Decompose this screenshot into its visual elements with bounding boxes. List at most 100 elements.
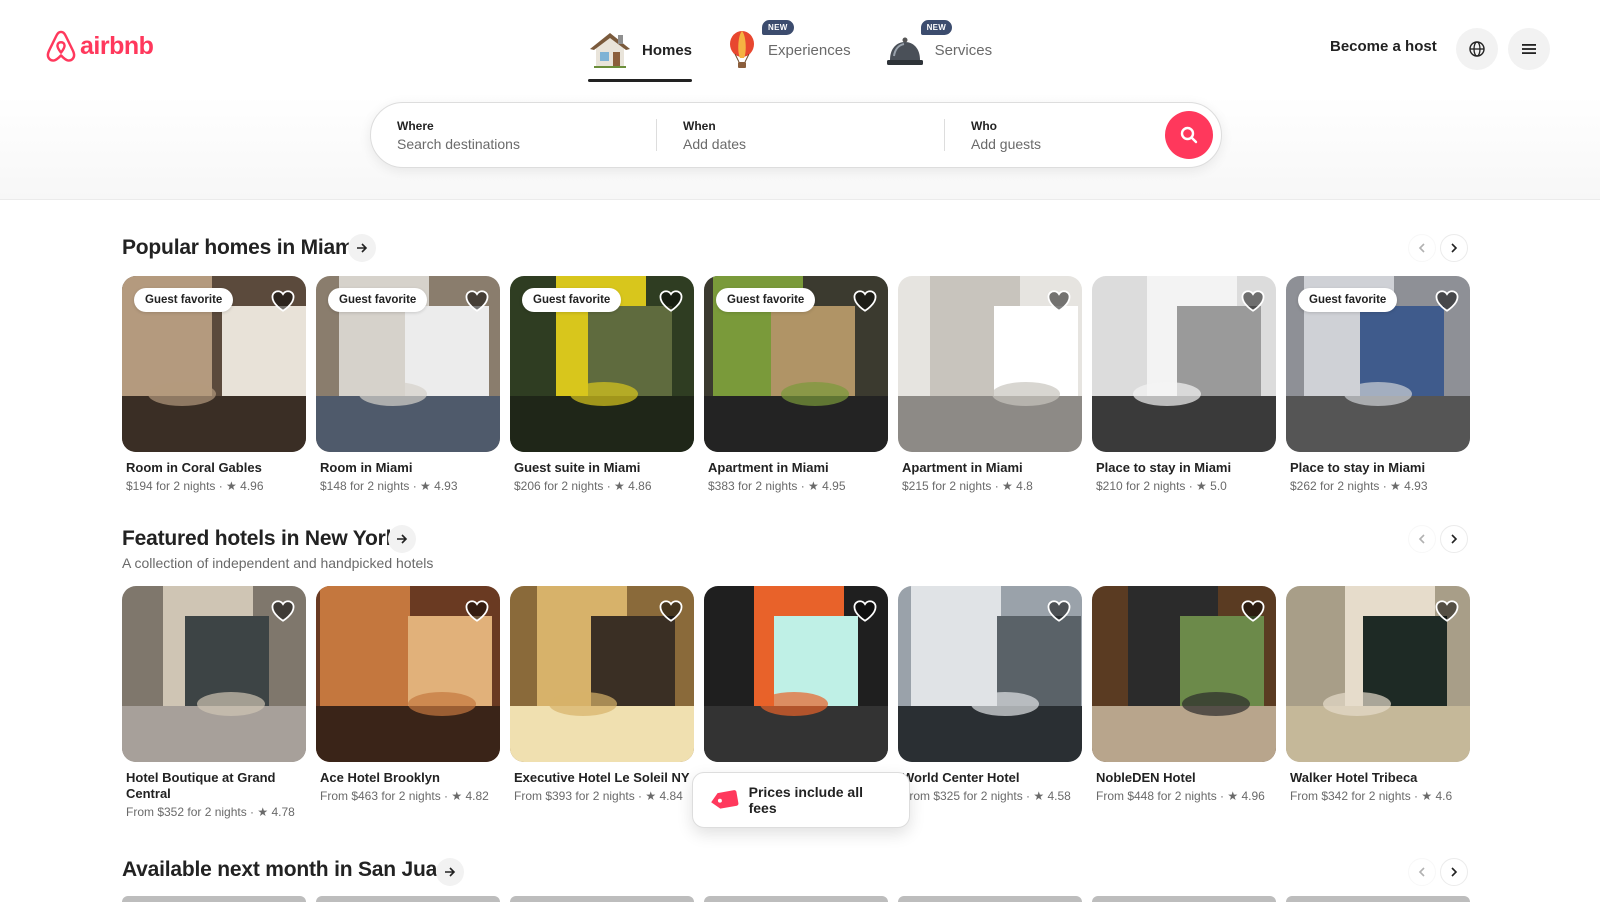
tab-experiences[interactable]: NEW Experiences xyxy=(726,20,851,78)
listing-card[interactable]: Guest favorite Room in Coral Gables $194 f… xyxy=(122,276,306,495)
listing-price-rating: From $463 for 2 nights · ★ 4.82 xyxy=(320,789,489,803)
previous-page-button[interactable] xyxy=(1408,234,1436,262)
search-icon xyxy=(1180,126,1198,144)
listing-title: Room in Coral Gables xyxy=(126,460,262,475)
where-field[interactable]: Where Search destinations xyxy=(371,103,656,167)
prices-include-fees-toast[interactable]: Prices include all fees xyxy=(692,772,910,828)
section-title[interactable]: Available next month in San Juan xyxy=(122,858,450,882)
heart-icon[interactable] xyxy=(1434,598,1460,624)
listing-image[interactable] xyxy=(898,276,1082,452)
section-title[interactable]: Featured hotels in New York xyxy=(122,527,397,551)
heart-icon[interactable] xyxy=(1240,288,1266,314)
heart-icon[interactable] xyxy=(852,598,878,624)
listing-card-peek[interactable] xyxy=(1092,896,1276,902)
chevron-left-icon xyxy=(1418,243,1425,253)
listing-card[interactable]: Guest favorite Place to stay in Miami $262… xyxy=(1286,276,1470,495)
heart-icon[interactable] xyxy=(270,598,296,624)
listing-card-peek[interactable] xyxy=(122,896,306,902)
listing-card[interactable]: Hotel Boutique at Grand Central From $352… xyxy=(122,586,306,821)
tab-services-label: Services xyxy=(934,41,993,59)
heart-icon[interactable] xyxy=(658,598,684,624)
next-page-button[interactable] xyxy=(1440,525,1468,553)
listing-image[interactable] xyxy=(122,586,306,762)
listing-image[interactable] xyxy=(1092,276,1276,452)
heart-icon[interactable] xyxy=(1240,598,1266,624)
section-arrow-button[interactable] xyxy=(436,858,464,886)
language-button[interactable] xyxy=(1456,28,1498,70)
heart-icon[interactable] xyxy=(270,288,296,314)
house-icon xyxy=(590,33,630,68)
next-page-button[interactable] xyxy=(1440,858,1468,886)
listing-price-rating: From $393 for 2 nights · ★ 4.84 xyxy=(514,789,683,803)
section-arrow-button[interactable] xyxy=(348,234,376,262)
listing-price-rating: $148 for 2 nights · ★ 4.93 xyxy=(320,479,458,493)
listing-title: Place to stay in Miami xyxy=(1290,460,1426,475)
listing-image[interactable]: Guest favorite xyxy=(704,276,888,452)
listing-title: Ace Hotel Brooklyn xyxy=(320,770,440,785)
hot-air-balloon-icon xyxy=(730,31,755,68)
listing-card-peek[interactable] xyxy=(704,896,888,902)
section-arrow-button[interactable] xyxy=(388,525,416,553)
listing-card[interactable]: World Center Hotel From $325 for 2 nights… xyxy=(898,586,1082,805)
listing-card-peek[interactable] xyxy=(1286,896,1470,902)
listing-card[interactable]: NobleDEN Hotel From $448 for 2 nights · ★… xyxy=(1092,586,1276,805)
listing-card[interactable]: Guest favorite Room in Miami $148 for 2 ni… xyxy=(316,276,500,495)
listing-price-rating: From $352 for 2 nights · ★ 4.78 xyxy=(126,805,295,819)
chevron-left-icon xyxy=(1418,534,1425,544)
heart-icon[interactable] xyxy=(658,288,684,314)
listing-card-peek[interactable] xyxy=(316,896,500,902)
chevron-left-icon xyxy=(1418,867,1425,877)
who-label: Who xyxy=(971,118,997,133)
listing-card[interactable]: Ace Hotel Brooklyn From $463 for 2 nights… xyxy=(316,586,500,805)
listing-card[interactable]: Guest favorite Guest suite in Miami $206 f… xyxy=(510,276,694,495)
listing-title: Room in Miami xyxy=(320,460,413,475)
previous-page-button[interactable] xyxy=(1408,525,1436,553)
heart-icon[interactable] xyxy=(1434,288,1460,314)
listing-card[interactable]: Executive Hotel Le Soleil NY From $393 fo… xyxy=(510,586,694,805)
listing-title: Apartment in Miami xyxy=(708,460,829,475)
service-bell-icon xyxy=(886,37,923,65)
heart-icon[interactable] xyxy=(1046,598,1072,624)
listing-image[interactable]: Guest favorite xyxy=(1286,276,1470,452)
listing-image[interactable] xyxy=(510,586,694,762)
listing-image[interactable] xyxy=(898,586,1082,762)
heart-icon[interactable] xyxy=(1046,288,1072,314)
listing-card[interactable]: Walker Hotel Tribeca From $342 for 2 nigh… xyxy=(1286,586,1470,805)
who-field[interactable]: Who Add guests xyxy=(945,103,1165,167)
listing-image[interactable]: Guest favorite xyxy=(510,276,694,452)
tab-services[interactable]: NEW Services xyxy=(885,20,993,78)
listing-card-peek[interactable] xyxy=(898,896,1082,902)
listing-card[interactable]: Apartment in Miami $215 for 2 nights · ★ … xyxy=(898,276,1082,495)
next-page-button[interactable] xyxy=(1440,234,1468,262)
become-host-link[interactable]: Become a host xyxy=(1330,38,1437,55)
heart-icon[interactable] xyxy=(464,598,490,624)
listing-card-peek[interactable] xyxy=(510,896,694,902)
listing-image[interactable] xyxy=(1092,586,1276,762)
section-title[interactable]: Popular homes in Miami xyxy=(122,236,359,260)
new-badge: NEW xyxy=(762,20,794,35)
airbnb-logo[interactable]: airbnb xyxy=(46,30,154,62)
where-label: Where xyxy=(397,118,434,133)
price-tag-icon xyxy=(711,790,739,809)
listing-price-rating: From $325 for 2 nights · ★ 4.58 xyxy=(902,789,1071,803)
tab-experiences-label: Experiences xyxy=(768,41,851,59)
listing-card[interactable]: Place to stay in Miami $210 for 2 nights … xyxy=(1092,276,1276,495)
listing-image[interactable]: Guest favorite xyxy=(316,276,500,452)
search-button[interactable] xyxy=(1165,111,1213,159)
listing-card[interactable]: Guest favorite Apartment in Miami $383 for… xyxy=(704,276,888,495)
heart-icon[interactable] xyxy=(852,288,878,314)
listing-title: Executive Hotel Le Soleil NY xyxy=(514,770,690,785)
listing-card[interactable] xyxy=(704,586,888,770)
listing-image[interactable] xyxy=(704,586,888,762)
listing-image[interactable] xyxy=(316,586,500,762)
previous-page-button[interactable] xyxy=(1408,858,1436,886)
guest-favorite-badge: Guest favorite xyxy=(1298,288,1398,312)
listing-image[interactable] xyxy=(1286,586,1470,762)
main-menu-button[interactable] xyxy=(1508,28,1550,70)
when-field[interactable]: When Add dates xyxy=(657,103,944,167)
airbnb-logo-icon xyxy=(46,30,76,62)
heart-icon[interactable] xyxy=(464,288,490,314)
guest-favorite-badge: Guest favorite xyxy=(328,288,428,312)
tab-homes[interactable]: Homes xyxy=(588,22,693,82)
listing-image[interactable]: Guest favorite xyxy=(122,276,306,452)
